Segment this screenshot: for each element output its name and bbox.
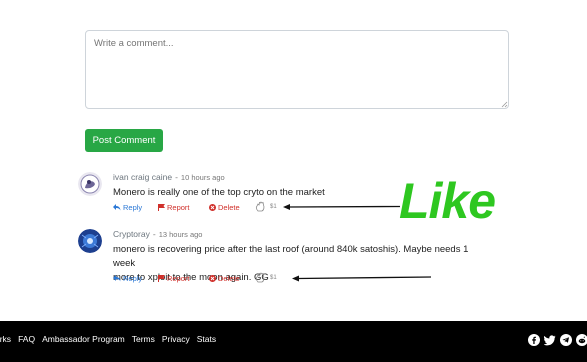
reply-icon [113, 204, 121, 211]
footer-link-works[interactable]: orks [0, 334, 11, 344]
clap-icon [255, 272, 265, 283]
delete-label: Delete [218, 274, 240, 283]
flag-icon [158, 204, 165, 211]
like-count: $1 [270, 203, 277, 210]
report-button[interactable]: Report [158, 203, 190, 212]
like-button[interactable]: $1 [255, 272, 277, 283]
flag-icon [158, 275, 165, 282]
comment-time: 10 hours ago [180, 173, 225, 182]
post-comment-button[interactable]: Post Comment [85, 129, 163, 152]
report-label: Report [167, 274, 190, 283]
footer-links: orks FAQ Ambassador Program Terms Privac… [0, 334, 216, 344]
footer-link-ambassador-program[interactable]: Ambassador Program [42, 334, 125, 344]
annotation-arrow [292, 275, 432, 282]
clap-icon [255, 201, 265, 212]
avatar [78, 172, 102, 196]
comment-author[interactable]: ivan craig caine [113, 172, 172, 182]
annotation-arrow [283, 204, 401, 210]
meta-separator: - [175, 172, 178, 182]
comment-meta: ivan craig caine -10 hours ago [113, 172, 225, 182]
footer-link-terms[interactable]: Terms [132, 334, 155, 344]
delete-label: Delete [218, 203, 240, 212]
twitter-icon[interactable] [543, 333, 556, 346]
comment-input[interactable] [85, 30, 509, 109]
reply-button[interactable]: Reply [113, 274, 142, 283]
close-circle-icon [209, 275, 216, 282]
telegram-icon[interactable] [560, 333, 572, 346]
footer-link-privacy[interactable]: Privacy [162, 334, 190, 344]
report-label: Report [167, 203, 190, 212]
reply-icon [113, 275, 121, 282]
like-button[interactable]: $1 [255, 201, 277, 212]
comment-time: 13 hours ago [158, 230, 203, 239]
meta-separator: - [152, 229, 156, 239]
delete-button[interactable]: Delete [209, 203, 240, 212]
comment-meta: Cryptoray -13 hours ago [113, 229, 202, 239]
like-count: $1 [270, 274, 277, 281]
social-links [528, 333, 587, 346]
avatar [78, 229, 102, 253]
comment-text-line: monero is recovering price after the las… [113, 244, 469, 269]
close-circle-icon [209, 204, 216, 211]
footer-link-faq[interactable]: FAQ [18, 334, 35, 344]
footer: orks FAQ Ambassador Program Terms Privac… [0, 321, 587, 362]
facebook-icon[interactable] [528, 333, 540, 346]
footer-link-stats[interactable]: Stats [197, 334, 216, 344]
reply-button[interactable]: Reply [113, 203, 142, 212]
resize-handle-icon[interactable] [500, 100, 508, 108]
delete-button[interactable]: Delete [209, 274, 240, 283]
reddit-icon[interactable] [576, 333, 587, 346]
reply-label: Reply [123, 274, 143, 283]
report-button[interactable]: Report [158, 274, 190, 283]
like-annotation-label: Like [399, 173, 496, 229]
reply-label: Reply [123, 203, 143, 212]
comment-author[interactable]: Cryptoray [113, 229, 150, 239]
